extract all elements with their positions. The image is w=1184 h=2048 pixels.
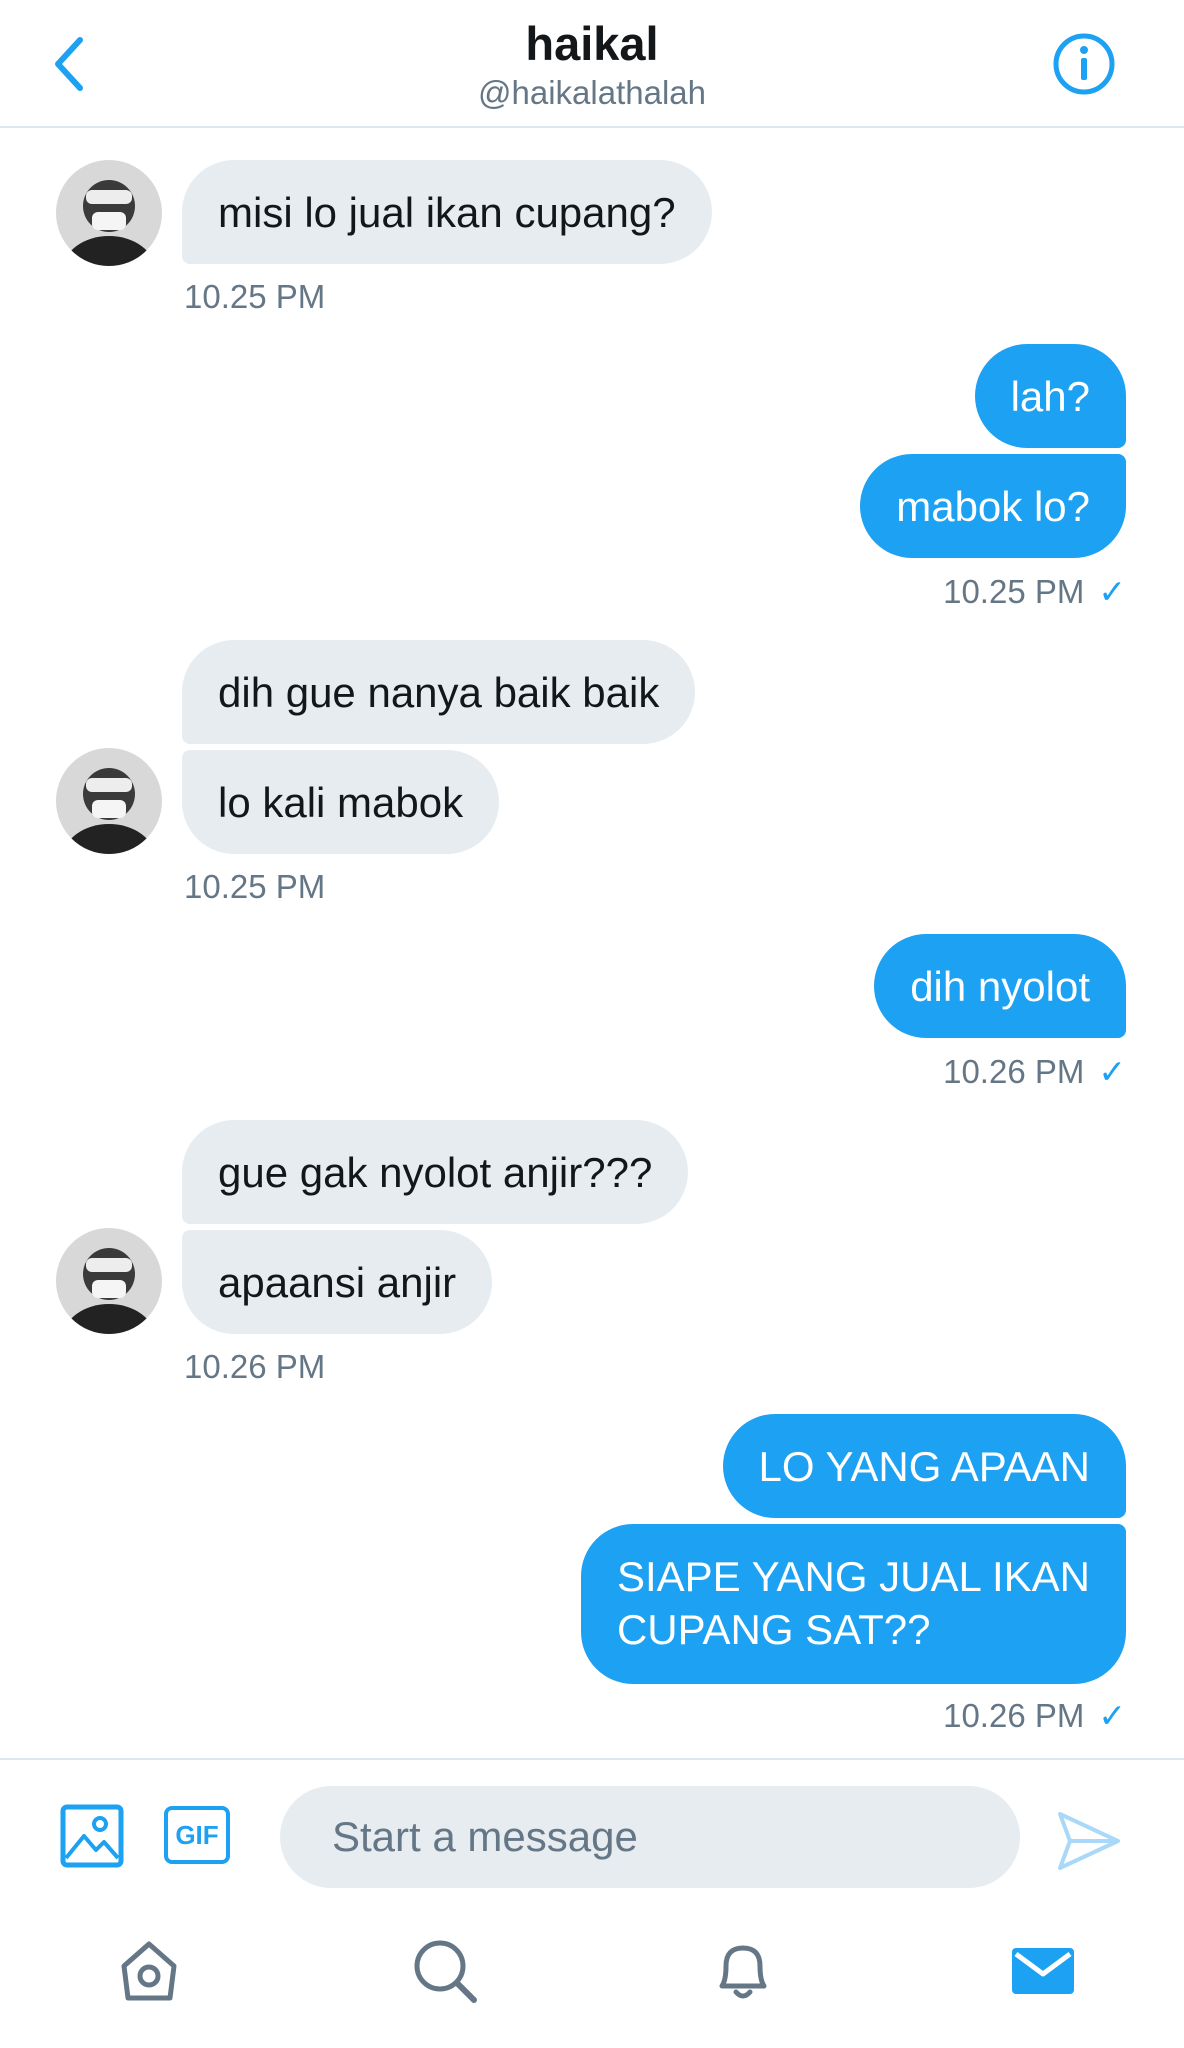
home-icon[interactable] bbox=[114, 1936, 184, 2006]
message-timestamp: 10.26 PM ✓ bbox=[943, 1052, 1126, 1091]
mail-icon[interactable] bbox=[1008, 1936, 1078, 2006]
message-composer: GIF bbox=[0, 1758, 1184, 1900]
message-bubble-incoming[interactable]: apaansi anjir bbox=[182, 1230, 493, 1334]
message-bubble-outgoing[interactable]: mabok lo? bbox=[860, 454, 1126, 558]
avatar[interactable] bbox=[56, 1228, 162, 1334]
avatar[interactable] bbox=[56, 748, 162, 854]
message-bubble-incoming[interactable]: dih gue nanya baik baik bbox=[182, 640, 696, 744]
conversation-header: haikal @haikalathalah bbox=[0, 0, 1184, 128]
message-bubble-incoming[interactable]: lo kali mabok bbox=[182, 750, 500, 854]
bell-icon[interactable] bbox=[708, 1936, 778, 2006]
message-input[interactable] bbox=[280, 1786, 1020, 1888]
message-timestamp: 10.26 PM ✓ bbox=[943, 1696, 1126, 1735]
send-icon[interactable] bbox=[1056, 1810, 1122, 1872]
message-bubble-outgoing[interactable]: SIAPE YANG JUAL IKAN CUPANG SAT?? bbox=[580, 1524, 1126, 1684]
conversation-handle: @haikalathalah bbox=[478, 74, 706, 111]
message-bubble-incoming[interactable]: misi lo jual ikan cupang? bbox=[182, 160, 712, 264]
message-bubble-outgoing[interactable]: lah? bbox=[974, 344, 1126, 448]
timestamp-text: 10.26 PM bbox=[943, 1053, 1085, 1090]
message-timestamp: 10.25 PM ✓ bbox=[943, 572, 1126, 611]
message-timestamp: 10.25 PM bbox=[184, 278, 326, 315]
timestamp-text: 10.25 PM bbox=[943, 573, 1085, 610]
timestamp-text: 10.26 PM bbox=[943, 1697, 1085, 1734]
info-icon[interactable] bbox=[1052, 32, 1116, 96]
conversation-title[interactable]: haikal bbox=[0, 16, 1184, 71]
search-icon[interactable] bbox=[410, 1936, 480, 2006]
avatar[interactable] bbox=[56, 160, 162, 266]
bottom-tab-bar bbox=[0, 1898, 1184, 2048]
read-check-icon: ✓ bbox=[1098, 573, 1126, 610]
gif-icon[interactable]: GIF bbox=[164, 1806, 230, 1864]
message-timestamp: 10.25 PM bbox=[184, 868, 326, 905]
message-bubble-outgoing[interactable]: dih nyolot bbox=[874, 934, 1126, 1038]
read-check-icon: ✓ bbox=[1098, 1053, 1126, 1090]
read-check-icon: ✓ bbox=[1098, 1697, 1126, 1734]
message-timestamp: 10.26 PM bbox=[184, 1348, 326, 1385]
message-bubble-incoming[interactable]: gue gak nyolot anjir??? bbox=[182, 1120, 689, 1224]
image-icon[interactable] bbox=[60, 1804, 124, 1868]
message-bubble-outgoing[interactable]: LO YANG APAAN bbox=[722, 1414, 1126, 1518]
